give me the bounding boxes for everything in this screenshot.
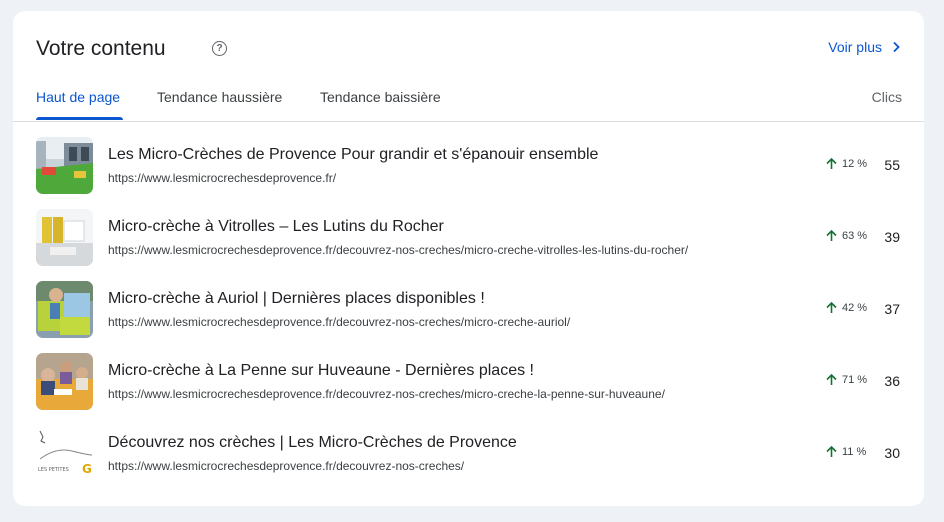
clicks-value: 39 [884, 229, 900, 245]
page-thumbnail [36, 209, 93, 266]
page-thumbnail [36, 353, 93, 410]
arrow-up-icon [826, 157, 837, 169]
tab-haut-de-page[interactable]: Haut de page [36, 89, 120, 105]
page-title: Micro-crèche à Auriol | Dernières places… [108, 290, 485, 307]
tab-tendance-baissiere[interactable]: Tendance baissière [320, 89, 441, 105]
clicks-value: 36 [884, 373, 900, 389]
clicks-column-header: Clics [871, 89, 902, 105]
help-icon[interactable]: ? [212, 41, 227, 56]
trend-indicator: 11 % [825, 445, 866, 458]
page-thumbnail [36, 281, 93, 338]
logo-text: LES PETITES [38, 467, 69, 473]
chevron-right-icon [893, 41, 900, 53]
arrow-up-icon [826, 445, 837, 457]
list-item[interactable]: Les Micro-Crèches de Provence Pour grand… [13, 122, 924, 194]
trend-indicator: 71 % [825, 373, 867, 386]
clicks-value: 37 [884, 301, 900, 317]
arrow-up-icon [826, 229, 837, 241]
content-card: Votre contenu ? Voir plus Haut de page T… [13, 11, 924, 506]
page-url: https://www.lesmicrocrechesdeprovence.fr… [108, 243, 689, 257]
trend-value: 63 % [842, 229, 868, 242]
tab-bar: Haut de page Tendance haussière Tendance… [36, 89, 902, 120]
arrow-up-icon [826, 301, 837, 313]
active-tab-indicator [36, 117, 123, 120]
tab-tendance-haussiere[interactable]: Tendance haussière [157, 89, 282, 105]
logo-thumbnail: LES PETITES G [36, 425, 93, 482]
trend-value: 71 % [842, 373, 868, 386]
page-url: https://www.lesmicrocrechesdeprovence.fr… [108, 171, 337, 185]
view-more-label: Voir plus [828, 39, 882, 55]
trend-value: 11 % [842, 445, 867, 458]
list-item[interactable]: Micro-crèche à La Penne sur Huveaune - D… [13, 338, 924, 410]
list-item[interactable]: Micro-crèche à Auriol | Dernières places… [13, 266, 924, 338]
clicks-value: 55 [884, 157, 900, 173]
trend-value: 42 % [842, 301, 868, 314]
page-title: Micro-crèche à La Penne sur Huveaune - D… [108, 362, 534, 379]
page-title: Découvrez nos crèches | Les Micro-Crèche… [108, 434, 517, 451]
card-title: Votre contenu [36, 37, 166, 60]
page-url: https://www.lesmicrocrechesdeprovence.fr… [108, 315, 571, 329]
card-header: Votre contenu ? Voir plus [36, 36, 902, 64]
page-url: https://www.lesmicrocrechesdeprovence.fr… [108, 459, 465, 473]
view-more-link[interactable]: Voir plus [828, 39, 902, 55]
svg-text:G: G [82, 462, 92, 476]
page-title: Micro-crèche à Vitrolles – Les Lutins du… [108, 218, 444, 235]
clicks-value: 30 [884, 445, 900, 461]
list-item[interactable]: Micro-crèche à Vitrolles – Les Lutins du… [13, 194, 924, 266]
trend-indicator: 42 % [825, 301, 867, 314]
page-title: Les Micro-Crèches de Provence Pour grand… [108, 146, 599, 163]
content-list: Les Micro-Crèches de Provence Pour grand… [13, 122, 924, 482]
page-thumbnail: LES PETITES G [36, 425, 93, 482]
page-thumbnail [36, 137, 93, 194]
trend-value: 12 % [842, 157, 868, 170]
list-item[interactable]: LES PETITES G Découvrez nos crèches | Le… [13, 410, 924, 482]
trend-indicator: 63 % [825, 229, 867, 242]
page-url: https://www.lesmicrocrechesdeprovence.fr… [108, 387, 665, 401]
trend-indicator: 12 % [825, 157, 867, 170]
arrow-up-icon [826, 373, 837, 385]
